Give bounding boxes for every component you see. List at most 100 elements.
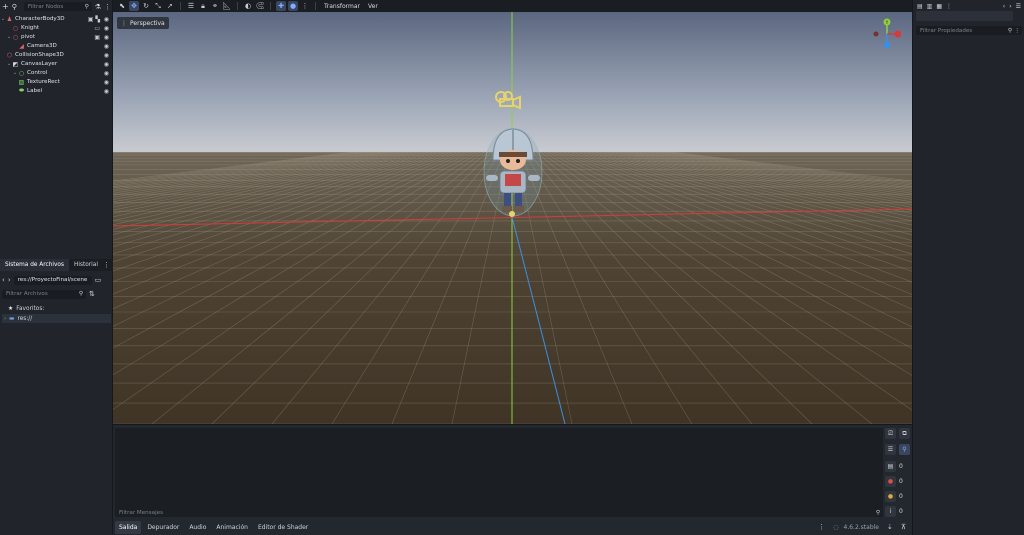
camera-gizmo-icon[interactable] — [493, 88, 523, 110]
tree-row-canvaslayer[interactable]: ⌄ ◩ CanvasLayer ◉ — [0, 60, 113, 69]
save-icon[interactable]: ▦ — [936, 3, 942, 10]
tab-shader-editor[interactable]: Editor de Shader — [254, 521, 312, 534]
transform-menu[interactable]: Transformar — [321, 3, 363, 10]
output-log[interactable] — [115, 428, 883, 508]
version-label[interactable]: 4.6.2.stable — [844, 524, 880, 531]
counter-messages[interactable]: ▤ 0 — [885, 461, 909, 472]
visibility-eye-icon[interactable]: ◉ — [104, 88, 109, 95]
filter-messages-input[interactable]: Filtrar Mensajes ⚲ — [115, 508, 883, 517]
collapse-icon[interactable]: ☰ — [885, 444, 896, 455]
object-selector[interactable] — [916, 11, 1013, 21]
forward-arrow-icon[interactable]: › — [8, 276, 11, 284]
more-options-icon[interactable]: ⋮ — [946, 3, 952, 10]
preview-environment-icon[interactable]: ● — [288, 1, 298, 11]
folder-icon: ▬ — [9, 315, 15, 322]
split-view-icon[interactable]: ▭ — [95, 276, 102, 284]
filter-nodes-input[interactable]: Filtrar Nodos ⚲ — [23, 2, 92, 11]
tab-history[interactable]: Historial — [69, 259, 103, 271]
update-spinner-icon[interactable]: ◌ — [833, 524, 838, 531]
warning-count: 0 — [899, 493, 903, 500]
counter-editor[interactable]: ⅰ 0 — [885, 506, 909, 517]
more-options-icon[interactable]: ⋮ — [104, 3, 111, 11]
filter-properties-input[interactable]: Filtrar Propiedades ⚲ ⋮ — [916, 26, 1022, 35]
more-options-icon[interactable]: ⋮ — [818, 523, 825, 531]
new-resource-icon[interactable]: ▤ — [917, 3, 923, 10]
filter-files-input[interactable]: Filtrar Archivos ⚲ — [2, 289, 86, 299]
texture-rect-icon: ▨ — [18, 78, 25, 86]
tree-row-pivot[interactable]: ⌄ ○ pivot ▣ ◉ — [0, 33, 113, 42]
view-menu[interactable]: Ver — [365, 3, 381, 10]
tree-row-texturerect[interactable]: ▨ TextureRect ◉ — [0, 78, 113, 87]
visibility-eye-icon[interactable]: ◉ — [104, 43, 109, 50]
viewport-3d[interactable]: ⋮ Perspectiva Y — [113, 12, 912, 424]
visibility-eye-icon[interactable]: ◉ — [104, 79, 109, 86]
ruler-icon[interactable]: 📐︎ — [222, 1, 232, 11]
lock-icon[interactable]: 🔒︎ — [198, 1, 208, 11]
scene-instance-icon[interactable]: ▭ — [94, 25, 100, 32]
add-node-icon[interactable]: + — [2, 2, 9, 11]
tree-row-collisionshape3d[interactable]: ⬡ CollisionShape3D ◉ — [0, 51, 113, 60]
bottom-tabs: Salida Depurador Audio Animación Editor … — [113, 519, 912, 535]
sort-options-icon[interactable]: ⇅ — [89, 290, 95, 298]
perspective-menu-button[interactable]: ⋮ Perspectiva — [117, 17, 169, 29]
counter-warnings[interactable]: ● 0 — [885, 491, 909, 502]
favorites-row[interactable]: ★ Favoritos: — [4, 305, 111, 313]
copy-output-icon[interactable]: ⧉ — [899, 428, 910, 439]
select-tool-icon[interactable]: ⬉ — [117, 1, 127, 11]
tab-audio[interactable]: Audio — [185, 521, 210, 534]
local-space-icon[interactable]: ◐ — [243, 1, 253, 11]
tree-row-camera3d[interactable]: ◢ Camera3D ◉ — [0, 42, 113, 51]
back-arrow-icon[interactable]: ‹ — [2, 276, 5, 284]
path-input[interactable]: res://ProyectoFinal/scene — [13, 275, 92, 285]
visibility-eye-icon[interactable]: ◉ — [104, 61, 109, 68]
clear-output-icon[interactable]: ⎚ — [885, 428, 896, 439]
separator — [180, 2, 181, 10]
snap-icon[interactable]: 🧲︎ — [255, 1, 265, 11]
settings-icon[interactable]: ⋮ — [1014, 28, 1020, 34]
more-options-icon[interactable]: ⋮ — [300, 1, 310, 11]
output-actions: ⎚ ⧉ — [885, 428, 910, 439]
script-icon[interactable]: ▣ — [94, 34, 100, 41]
tree-row-characterbody3d[interactable]: ⌄ ♟ CharacterBody3D ▣ ▚ ◉ — [0, 15, 113, 24]
knight-character[interactable] — [480, 124, 546, 220]
tab-output[interactable]: Salida — [115, 520, 142, 534]
res-root-row[interactable]: › ▬ res:// — [2, 314, 111, 323]
preview-sun-icon[interactable]: ✚ — [276, 1, 286, 11]
canvas-layer-icon: ◩ — [12, 60, 19, 68]
tab-animation[interactable]: Animación — [212, 521, 252, 534]
history-forward-icon[interactable]: › — [1009, 3, 1011, 10]
tab-debugger[interactable]: Depurador — [143, 521, 183, 534]
filter-options-icon[interactable]: ⚗ — [95, 3, 101, 11]
tree-row-knight[interactable]: ○ Knight ▭ ◉ — [0, 24, 113, 33]
tree-row-control[interactable]: ⌄ ○ Control ◉ — [0, 69, 113, 78]
move-tool-icon[interactable]: ✥ — [129, 1, 139, 11]
pin-icon[interactable]: ⇣ — [887, 523, 893, 531]
search-icon: ⚲ — [1007, 27, 1012, 34]
group-icon[interactable]: ⚭ — [210, 1, 220, 11]
warning-icon: ● — [885, 491, 896, 502]
script-icon[interactable]: ▣ ▚ — [88, 16, 100, 23]
counter-errors[interactable]: ● 0 — [885, 476, 909, 487]
expand-arrow-icon[interactable]: › — [4, 316, 6, 322]
rotate-tool-icon[interactable]: ↻ — [141, 1, 151, 11]
tree-row-label[interactable]: ⬬ Label ◉ — [0, 87, 113, 96]
expand-panel-icon[interactable]: ⊼ — [901, 523, 906, 531]
visibility-eye-icon[interactable]: ◉ — [104, 16, 109, 23]
search-toggle-icon[interactable]: ⚲ — [899, 444, 910, 455]
more-options-icon[interactable]: ⋮ — [103, 261, 110, 269]
orientation-gizmo[interactable]: Y — [871, 18, 901, 48]
tab-filesystem[interactable]: Sistema de Archivos — [0, 259, 69, 271]
history-list-icon[interactable]: ☰ — [1016, 3, 1021, 10]
visibility-eye-icon[interactable]: ◉ — [104, 70, 109, 77]
visibility-eye-icon[interactable]: ◉ — [104, 52, 109, 59]
open-folder-icon[interactable]: ▥ — [927, 3, 933, 10]
history-back-icon[interactable]: ‹ — [1003, 3, 1005, 10]
viewport-toolbar: ⬉ ✥ ↻ ⤡ ➚ ☰ 🔒︎ ⚭ 📐︎ ◐ 🧲︎ ✚ ● ⋮ Transform… — [113, 0, 912, 12]
list-tool-icon[interactable]: ☰ — [186, 1, 196, 11]
search-icon: ⚲ — [875, 509, 880, 516]
scale-tool-icon[interactable]: ⤡ — [153, 1, 163, 11]
visibility-eye-icon[interactable]: ◉ — [104, 34, 109, 41]
pointer-tool-icon[interactable]: ➚ — [165, 1, 175, 11]
visibility-eye-icon[interactable]: ◉ — [104, 25, 109, 32]
link-icon[interactable]: ⚲ — [12, 3, 17, 11]
